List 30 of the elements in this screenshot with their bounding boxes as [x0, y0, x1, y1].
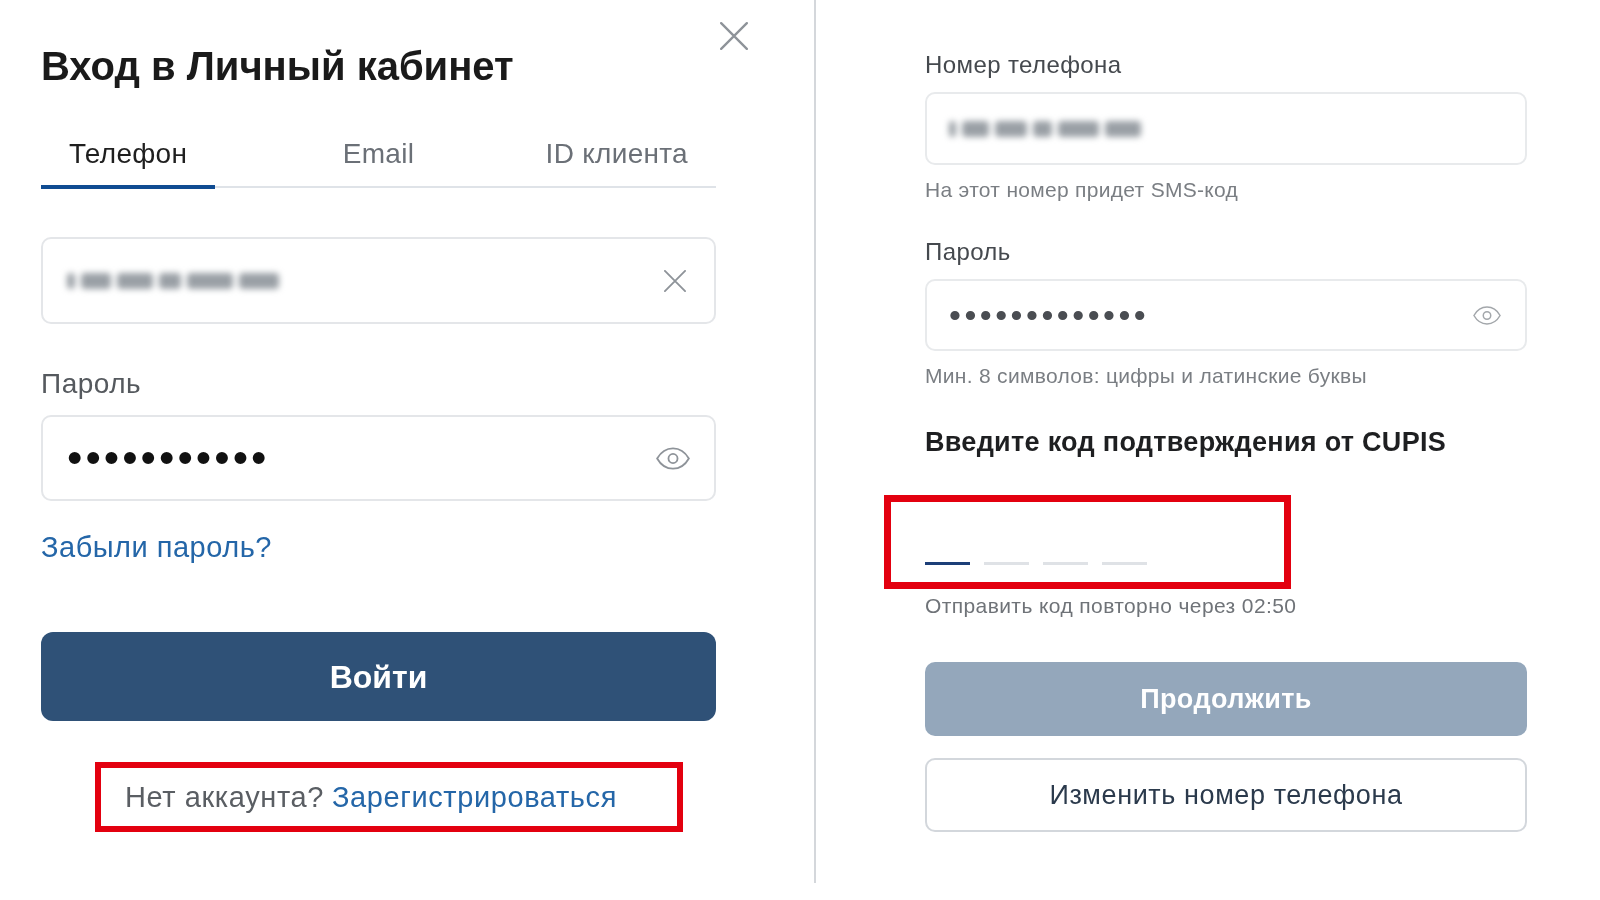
- field-label: Номер телефона: [925, 50, 1122, 80]
- register-prompt-text: Нет аккаунта?: [125, 780, 324, 815]
- code-digit-field[interactable]: [1102, 562, 1147, 565]
- tab[interactable]: Email: [314, 137, 443, 189]
- close-icon[interactable]: [720, 22, 748, 50]
- password-input-field[interactable]: •••••••••••: [41, 415, 716, 501]
- phone-input-field[interactable]: [925, 92, 1527, 165]
- change-phone-button[interactable]: Изменить номер телефона: [925, 758, 1527, 832]
- hint-text: Мин. 8 символов: цифры и латинские буквы: [925, 363, 1367, 389]
- dialog-title: Вход в Личный кабинет: [41, 43, 514, 90]
- eye-icon[interactable]: [1473, 305, 1501, 325]
- code-digit-field[interactable]: [984, 562, 1029, 565]
- register-link[interactable]: Зарегистрироваться: [331, 779, 617, 815]
- tab[interactable]: ID клиента: [517, 137, 716, 189]
- hint-text: На этот номер придет SMS-код: [925, 177, 1239, 203]
- tab[interactable]: Телефон: [41, 137, 216, 189]
- eye-icon[interactable]: [656, 446, 690, 470]
- code-digit-field[interactable]: [925, 562, 970, 565]
- clear-icon[interactable]: [664, 269, 686, 292]
- login-button[interactable]: Войти: [41, 632, 716, 721]
- password-value: •••••••••••••: [949, 300, 1150, 330]
- password-input-field[interactable]: •••••••••••••: [925, 279, 1527, 351]
- code-digit-field[interactable]: [1043, 562, 1088, 565]
- field-label: Пароль: [41, 367, 142, 401]
- field-label: Пароль: [925, 237, 1011, 267]
- phone-input-field[interactable]: [41, 237, 716, 324]
- section-heading: Введите код подтверждения от CUPIS: [925, 426, 1447, 459]
- resend-timer-text: Отправить код повторно через 02:50: [925, 593, 1297, 619]
- password-value: •••••••••••: [67, 438, 270, 478]
- forgot-password-link[interactable]: Забыли пароль?: [41, 529, 272, 565]
